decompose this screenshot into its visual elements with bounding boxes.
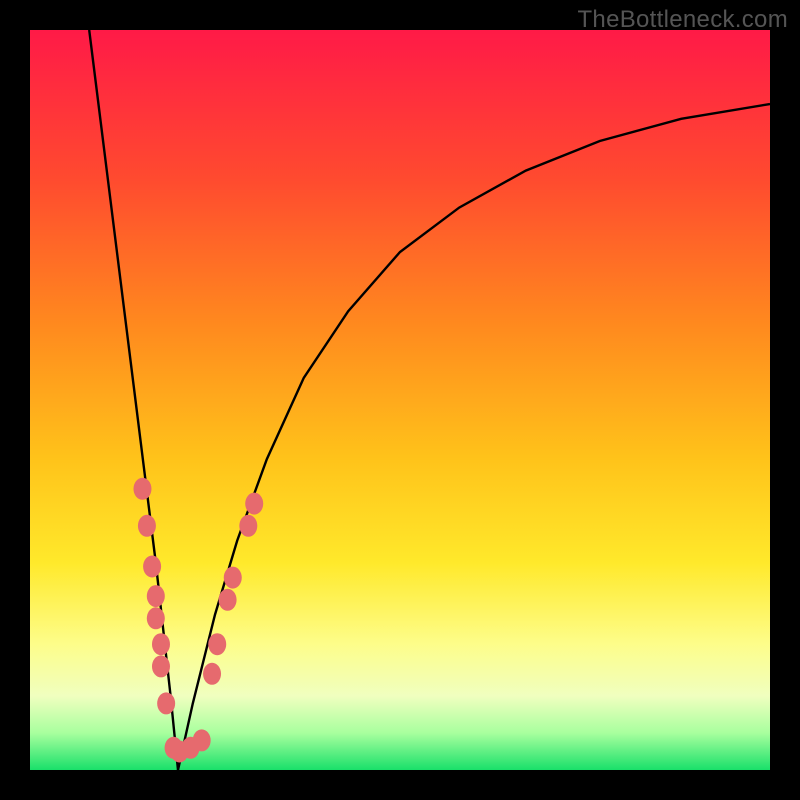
- plot-area: [30, 30, 770, 770]
- data-marker: [152, 633, 170, 655]
- curve-layer: [30, 30, 770, 770]
- data-marker: [133, 478, 151, 500]
- data-marker: [138, 515, 156, 537]
- watermark-text: TheBottleneck.com: [577, 6, 788, 34]
- data-marker: [143, 556, 161, 578]
- data-marker: [224, 567, 242, 589]
- curve-right-branch: [178, 104, 770, 770]
- data-marker: [208, 633, 226, 655]
- data-marker: [219, 589, 237, 611]
- data-marker: [193, 729, 211, 751]
- chart-frame: TheBottleneck.com: [0, 0, 800, 800]
- data-marker: [245, 493, 263, 515]
- data-markers: [133, 478, 263, 763]
- data-marker: [157, 692, 175, 714]
- data-marker: [152, 655, 170, 677]
- data-marker: [203, 663, 221, 685]
- data-marker: [147, 585, 165, 607]
- data-marker: [239, 515, 257, 537]
- data-marker: [147, 607, 165, 629]
